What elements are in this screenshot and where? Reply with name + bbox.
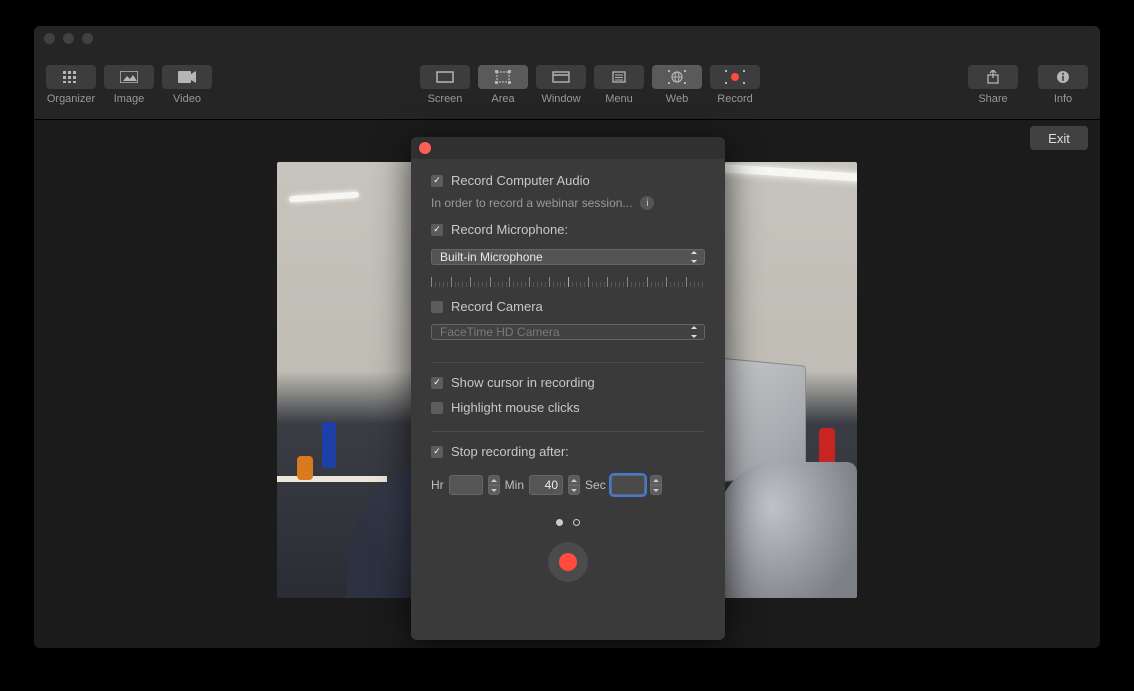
info-circle-icon[interactable]: i xyxy=(640,196,654,210)
web-icon xyxy=(652,65,702,89)
page-dot-1[interactable] xyxy=(556,519,563,526)
app-window: Organizer Image Video Screen xyxy=(34,26,1100,648)
camera-select: FaceTime HD Camera xyxy=(431,324,705,340)
grid-icon xyxy=(46,65,96,89)
toolbar-share-label: Share xyxy=(978,93,1007,105)
hr-stepper[interactable] xyxy=(488,475,500,495)
toolbar-record-label: Record xyxy=(717,93,752,105)
microphone-select-value: Built-in Microphone xyxy=(440,250,543,264)
sec-stepper[interactable] xyxy=(650,475,662,495)
record-audio-label: Record Computer Audio xyxy=(451,173,590,188)
toolbar-web-label: Web xyxy=(666,93,688,105)
camera-select-value: FaceTime HD Camera xyxy=(440,325,560,339)
sec-label: Sec xyxy=(585,478,606,492)
divider xyxy=(431,362,705,363)
toolbar-image[interactable]: Image xyxy=(104,65,154,105)
toolbar-record[interactable]: Record xyxy=(710,65,760,105)
toolbar-screen[interactable]: Screen xyxy=(420,65,470,105)
toolbar-image-label: Image xyxy=(114,93,145,105)
toolbar-video[interactable]: Video xyxy=(162,65,212,105)
toolbar-share[interactable]: Share xyxy=(968,65,1018,105)
toolbar-info[interactable]: Info xyxy=(1038,65,1088,105)
traffic-light-zoom[interactable] xyxy=(82,33,93,44)
toolbar-organizer-label: Organizer xyxy=(47,93,95,105)
toolbar-window-label: Window xyxy=(541,93,580,105)
share-icon xyxy=(968,65,1018,89)
toolbar-info-label: Info xyxy=(1054,93,1072,105)
toolbar-menu-label: Menu xyxy=(605,93,633,105)
sec-input[interactable] xyxy=(611,475,645,495)
window-titlebar xyxy=(34,26,1100,50)
min-input[interactable]: 40 xyxy=(529,475,563,495)
toolbar-web[interactable]: Web xyxy=(652,65,702,105)
toolbar-menu[interactable]: Menu xyxy=(594,65,644,105)
area-icon xyxy=(478,65,528,89)
record-icon xyxy=(710,65,760,89)
traffic-light-minimize[interactable] xyxy=(63,33,74,44)
hr-label: Hr xyxy=(431,478,444,492)
video-icon xyxy=(162,65,212,89)
show-cursor-checkbox[interactable] xyxy=(431,377,443,389)
mic-level-meter xyxy=(431,277,705,287)
toolbar-area[interactable]: Area xyxy=(478,65,528,105)
audio-subtext: In order to record a webinar session... xyxy=(431,196,632,210)
popover-close[interactable] xyxy=(419,142,431,154)
toolbar-area-label: Area xyxy=(491,93,514,105)
stop-after-label: Stop recording after: xyxy=(451,444,569,459)
exit-button[interactable]: Exit xyxy=(1030,126,1088,150)
chevron-updown-icon xyxy=(689,326,699,338)
record-camera-checkbox[interactable] xyxy=(431,301,443,313)
toolbar-window[interactable]: Window xyxy=(536,65,586,105)
record-camera-label: Record Camera xyxy=(451,299,543,314)
toolbar-organizer[interactable]: Organizer xyxy=(46,65,96,105)
record-mic-checkbox[interactable] xyxy=(431,224,443,236)
highlight-clicks-label: Highlight mouse clicks xyxy=(451,400,580,415)
toolbar-video-label: Video xyxy=(173,93,201,105)
page-dot-2[interactable] xyxy=(573,519,580,526)
page-indicator xyxy=(431,519,705,526)
record-circle-icon xyxy=(559,553,577,571)
menu-icon xyxy=(594,65,644,89)
window-icon xyxy=(536,65,586,89)
highlight-clicks-checkbox[interactable] xyxy=(431,402,443,414)
record-audio-checkbox[interactable] xyxy=(431,175,443,187)
record-settings-popover: Record Computer Audio In order to record… xyxy=(411,137,725,640)
info-icon xyxy=(1038,65,1088,89)
divider xyxy=(431,431,705,432)
toolbar-screen-label: Screen xyxy=(428,93,463,105)
hr-input[interactable] xyxy=(449,475,483,495)
popover-titlebar xyxy=(411,137,725,159)
min-label: Min xyxy=(505,478,524,492)
stop-after-checkbox[interactable] xyxy=(431,446,443,458)
main-toolbar: Organizer Image Video Screen xyxy=(34,50,1100,120)
record-mic-label: Record Microphone: xyxy=(451,222,568,237)
show-cursor-label: Show cursor in recording xyxy=(451,375,595,390)
content-area: Exit Record Computer Audio xyxy=(34,120,1100,648)
start-record-button[interactable] xyxy=(548,542,588,582)
traffic-light-close[interactable] xyxy=(44,33,55,44)
min-stepper[interactable] xyxy=(568,475,580,495)
image-icon xyxy=(104,65,154,89)
chevron-updown-icon xyxy=(689,251,699,263)
microphone-select[interactable]: Built-in Microphone xyxy=(431,249,705,265)
screen-icon xyxy=(420,65,470,89)
